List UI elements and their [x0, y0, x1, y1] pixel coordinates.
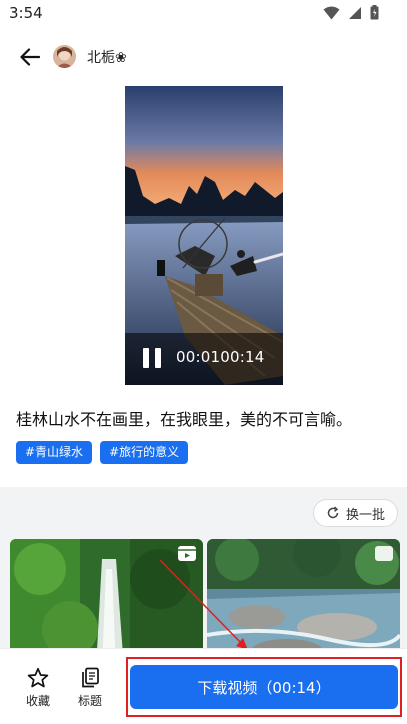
- status-icons: [323, 5, 379, 20]
- pause-button[interactable]: [143, 348, 163, 368]
- signal-icon: [349, 6, 361, 19]
- header: 北栀❀: [0, 36, 407, 78]
- status-bar: 3:54: [0, 0, 407, 28]
- post-caption: 桂林山水不在画里，在我眼里，美的不可言喻。: [16, 410, 353, 429]
- video-player[interactable]: 00:0100:14: [125, 86, 283, 385]
- refresh-label: 换一批: [345, 507, 385, 523]
- status-time: 3:54: [9, 4, 43, 22]
- bottom-action-bar: 收藏 标题 下载视频（00:14）: [0, 648, 407, 724]
- video-controls: 00:0100:14: [125, 333, 283, 385]
- back-arrow-icon: [20, 48, 40, 66]
- video-time-readout: 00:0100:14: [176, 348, 265, 366]
- pause-icon: [143, 348, 149, 368]
- tag-list: #青山绿水 #旅行的意义: [16, 441, 189, 464]
- title-button[interactable]: 标题: [70, 667, 110, 709]
- wifi-icon: [323, 6, 340, 19]
- tag-chip[interactable]: #旅行的意义: [100, 441, 189, 464]
- download-video-button[interactable]: 下载视频（00:14）: [130, 665, 398, 709]
- title-label: 标题: [77, 694, 102, 708]
- avatar-image: [53, 45, 76, 68]
- star-icon: [27, 667, 49, 688]
- tag-chip[interactable]: #青山绿水: [16, 441, 93, 464]
- refresh-button[interactable]: 换一批: [312, 499, 398, 527]
- copy-icon: [82, 667, 99, 688]
- video-reel-icon: [178, 546, 196, 561]
- battery-icon: [370, 5, 379, 20]
- favorite-label: 收藏: [25, 694, 50, 708]
- screen: 3:54 北栀❀ 00:0100:14 桂林山水不在画里，在我眼里，美的不可言喻…: [0, 0, 407, 724]
- avatar[interactable]: [53, 45, 76, 68]
- refresh-icon: [327, 506, 339, 519]
- video-reel-icon: [375, 546, 393, 561]
- back-button[interactable]: [16, 44, 44, 70]
- favorite-button[interactable]: 收藏: [18, 667, 58, 709]
- username[interactable]: 北栀❀: [87, 47, 127, 67]
